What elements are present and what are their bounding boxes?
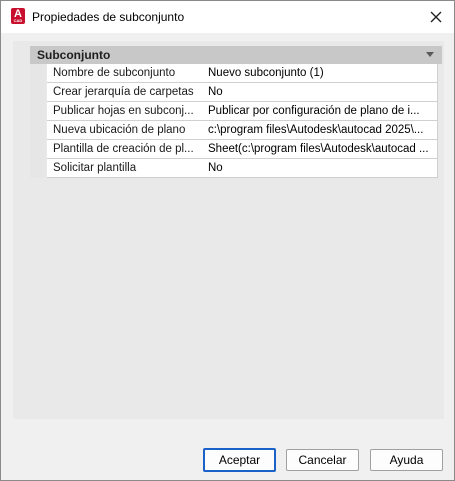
- title-bar: A CAD Propiedades de subconjunto: [1, 1, 454, 33]
- row-indent: [30, 159, 46, 178]
- row-indent: [30, 83, 46, 102]
- property-name: Crear jerarquía de carpetas: [47, 83, 212, 102]
- property-row-solicitar-plantilla[interactable]: Solicitar plantilla No: [30, 159, 442, 178]
- autocad-app-icon: A CAD: [11, 8, 25, 24]
- property-name: Plantilla de creación de pl...: [47, 140, 212, 159]
- property-row-nombre[interactable]: Nombre de subconjunto Nuevo subconjunto …: [30, 64, 442, 83]
- property-value[interactable]: No: [206, 83, 438, 102]
- row-indent: [30, 102, 46, 121]
- close-icon: [430, 11, 442, 23]
- ok-button[interactable]: Aceptar: [203, 448, 276, 472]
- category-label: Subconjunto: [37, 48, 111, 62]
- property-row-publicar-hojas[interactable]: Publicar hojas en subconj... Publicar po…: [30, 102, 442, 121]
- close-button[interactable]: [425, 6, 447, 28]
- dialog-title: Propiedades de subconjunto: [32, 10, 185, 24]
- property-value[interactable]: Sheet(c:\program files\Autodesk\autocad …: [206, 140, 438, 159]
- property-name: Publicar hojas en subconj...: [47, 102, 212, 121]
- collapse-arrow-icon[interactable]: [426, 52, 434, 57]
- help-button[interactable]: Ayuda: [370, 449, 443, 471]
- dialog-window: A CAD Propiedades de subconjunto Subconj…: [0, 0, 455, 481]
- property-row-plantilla[interactable]: Plantilla de creación de pl... Sheet(c:\…: [30, 140, 442, 159]
- property-name: Solicitar plantilla: [47, 159, 212, 178]
- property-name: Nombre de subconjunto: [47, 64, 212, 83]
- property-value[interactable]: No: [206, 159, 438, 178]
- cancel-button[interactable]: Cancelar: [286, 449, 359, 471]
- property-name: Nueva ubicación de plano: [47, 121, 212, 140]
- property-row-crear-jerarquia[interactable]: Crear jerarquía de carpetas No: [30, 83, 442, 102]
- app-icon-subtext: CAD: [13, 18, 23, 23]
- property-value[interactable]: Publicar por configuración de plano de i…: [206, 102, 438, 121]
- row-indent: [30, 121, 46, 140]
- property-grid: Subconjunto Nombre de subconjunto Nuevo …: [30, 46, 442, 178]
- category-header-subconjunto[interactable]: Subconjunto: [30, 46, 442, 64]
- property-value[interactable]: c:\program files\Autodesk\autocad 2025\.…: [206, 121, 438, 140]
- row-indent: [30, 140, 46, 159]
- property-row-nueva-ubicacion[interactable]: Nueva ubicación de plano c:\program file…: [30, 121, 442, 140]
- property-value[interactable]: Nuevo subconjunto (1): [206, 64, 438, 83]
- row-indent: [30, 64, 46, 83]
